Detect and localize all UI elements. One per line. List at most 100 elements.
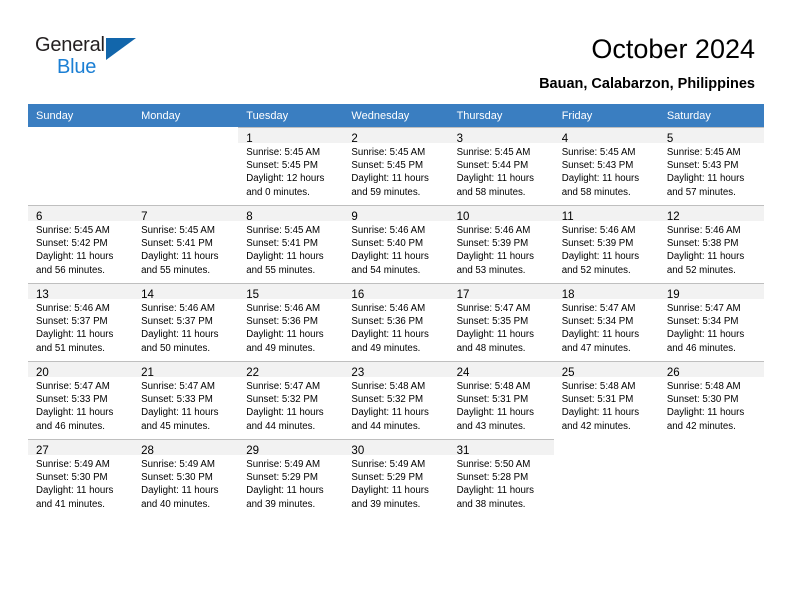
day-number: 31 — [456, 445, 470, 457]
calendar-header-row: Sunday Monday Tuesday Wednesday Thursday… — [28, 104, 764, 127]
day-sun-info: Sunrise: 5:49 AM Sunset: 5:30 PM Daylight:… — [28, 455, 133, 511]
day-sun-info: Sunrise: 5:46 AM Sunset: 5:37 PM Daylight:… — [133, 299, 238, 355]
calendar-cell-day[interactable]: 18 Sunrise: 5:47 AM Sunset: 5:34 PM Dayligh… — [553, 283, 659, 361]
daylight-duration-line2: and 49 minutes. — [351, 342, 421, 354]
calendar-cell-day[interactable]: 8 Sunrise: 5:45 AM Sunset: 5:41 PM Daylight… — [238, 205, 344, 283]
daylight-duration-line1: Daylight: 11 hours — [141, 251, 219, 263]
day-sun-info: Sunrise: 5:48 AM Sunset: 5:31 PM Daylight:… — [554, 377, 659, 433]
sunset-time: Sunset: 5:43 PM — [666, 160, 739, 172]
sunrise-time: Sunrise: 5:47 AM — [141, 381, 215, 392]
day-number: 24 — [456, 367, 470, 379]
calendar-cell-day[interactable]: 24 Sunrise: 5:48 AM Sunset: 5:31 PM Dayligh… — [448, 361, 554, 439]
calendar-cell-day[interactable]: 28 Sunrise: 5:49 AM Sunset: 5:30 PM Dayligh… — [133, 439, 239, 517]
daylight-duration-line2: and 46 minutes. — [666, 342, 736, 354]
sunrise-time: Sunrise: 5:49 AM — [36, 459, 110, 470]
calendar-cell-day[interactable]: 27 Sunrise: 5:49 AM Sunset: 5:30 PM Dayligh… — [28, 439, 134, 517]
sunset-time: Sunset: 5:39 PM — [561, 238, 634, 250]
calendar-cell-day[interactable]: 14 Sunrise: 5:46 AM Sunset: 5:37 PM Dayligh… — [133, 283, 239, 361]
calendar-cell-day[interactable]: 1 Sunrise: 5:45 AM Sunset: 5:45 PM Daylight… — [238, 127, 344, 205]
sunrise-time: Sunrise: 5:46 AM — [456, 225, 531, 236]
sunset-time: Sunset: 5:31 PM — [456, 394, 529, 406]
calendar-cell-day[interactable]: 7 Sunrise: 5:45 AM Sunset: 5:41 PM Daylight… — [133, 205, 239, 283]
daylight-duration-line2: and 56 minutes. — [36, 264, 105, 276]
calendar-cell-day[interactable]: 3 Sunrise: 5:45 AM Sunset: 5:44 PM Daylight… — [448, 127, 554, 205]
calendar-cell-empty — [553, 439, 659, 517]
day-sun-info: Sunrise: 5:49 AM Sunset: 5:29 PM Daylight:… — [343, 455, 448, 511]
day-number: 27 — [36, 445, 49, 457]
day-sun-info: Sunrise: 5:47 AM Sunset: 5:33 PM Daylight:… — [133, 377, 238, 433]
sunrise-sunset-calendar: Sunday Monday Tuesday Wednesday Thursday… — [28, 104, 764, 517]
calendar-cell-day[interactable]: 11 Sunrise: 5:46 AM Sunset: 5:39 PM Dayligh… — [553, 205, 659, 283]
daylight-duration-line2: and 0 minutes. — [246, 186, 310, 198]
sunset-time: Sunset: 5:33 PM — [36, 394, 108, 406]
calendar-cell-day[interactable]: 16 Sunrise: 5:46 AM Sunset: 5:36 PM Dayligh… — [343, 283, 449, 361]
sunrise-time: Sunrise: 5:48 AM — [456, 381, 531, 392]
sunset-time: Sunset: 5:45 PM — [351, 160, 424, 172]
calendar-cell-day[interactable]: 6 Sunrise: 5:45 AM Sunset: 5:42 PM Daylight… — [28, 205, 134, 283]
sunset-time: Sunset: 5:34 PM — [561, 316, 634, 328]
sunrise-time: Sunrise: 5:46 AM — [351, 303, 426, 314]
calendar-cell-day[interactable]: 23 Sunrise: 5:48 AM Sunset: 5:32 PM Dayligh… — [343, 361, 449, 439]
calendar-cell-day[interactable]: 13 Sunrise: 5:46 AM Sunset: 5:37 PM Dayligh… — [28, 283, 134, 361]
calendar-week-row: 27 Sunrise: 5:49 AM Sunset: 5:30 PM Dayligh… — [28, 439, 764, 517]
calendar-cell-day[interactable]: 22 Sunrise: 5:47 AM Sunset: 5:32 PM Dayligh… — [238, 361, 344, 439]
day-sun-info: Sunrise: 5:45 AM Sunset: 5:41 PM Daylight:… — [238, 221, 343, 277]
day-number: 30 — [351, 445, 365, 457]
sunset-time: Sunset: 5:36 PM — [351, 316, 424, 328]
calendar-cell-day[interactable]: 26 Sunrise: 5:48 AM Sunset: 5:30 PM Dayligh… — [658, 361, 764, 439]
daylight-duration-line1: Daylight: 11 hours — [561, 251, 640, 263]
daylight-duration-line2: and 55 minutes. — [246, 264, 316, 276]
calendar-cell-day[interactable]: 30 Sunrise: 5:49 AM Sunset: 5:29 PM Dayligh… — [343, 439, 449, 517]
daylight-duration-line1: Daylight: 11 hours — [246, 251, 324, 263]
sunrise-time: Sunrise: 5:47 AM — [561, 303, 636, 314]
calendar-cell-day[interactable]: 10 Sunrise: 5:46 AM Sunset: 5:39 PM Dayligh… — [448, 205, 554, 283]
weekday-header-thursday: Thursday — [448, 104, 554, 127]
sunset-time: Sunset: 5:37 PM — [36, 316, 108, 328]
calendar-cell-day[interactable]: 17 Sunrise: 5:47 AM Sunset: 5:35 PM Dayligh… — [448, 283, 554, 361]
sunrise-time: Sunrise: 5:47 AM — [246, 381, 321, 392]
calendar-cell-day[interactable]: 4 Sunrise: 5:45 AM Sunset: 5:43 PM Daylight… — [553, 127, 659, 205]
daylight-duration-line1: Daylight: 11 hours — [666, 407, 745, 419]
calendar-cell-day[interactable]: 5 Sunrise: 5:45 AM Sunset: 5:43 PM Daylight… — [658, 127, 764, 205]
calendar-cell-day[interactable]: 25 Sunrise: 5:48 AM Sunset: 5:31 PM Dayligh… — [553, 361, 659, 439]
sunset-time: Sunset: 5:35 PM — [456, 316, 529, 328]
calendar-cell-day[interactable]: 2 Sunrise: 5:45 AM Sunset: 5:45 PM Daylight… — [343, 127, 449, 205]
calendar-cell-day[interactable]: 12 Sunrise: 5:46 AM Sunset: 5:38 PM Dayligh… — [658, 205, 764, 283]
calendar-cell-day[interactable]: 31 Sunrise: 5:50 AM Sunset: 5:28 PM Dayligh… — [448, 439, 554, 517]
day-number: 23 — [351, 367, 365, 379]
daylight-duration-line2: and 55 minutes. — [141, 264, 211, 276]
sunset-time: Sunset: 5:30 PM — [36, 472, 108, 484]
day-sun-info: Sunrise: 5:47 AM Sunset: 5:34 PM Daylight:… — [554, 299, 659, 355]
daylight-duration-line2: and 39 minutes. — [351, 498, 421, 510]
daylight-duration-line1: Daylight: 11 hours — [351, 329, 429, 341]
daylight-duration-line2: and 43 minutes. — [456, 420, 526, 432]
daylight-duration-line2: and 48 minutes. — [456, 342, 526, 354]
sunset-time: Sunset: 5:32 PM — [246, 394, 318, 406]
sunset-time: Sunset: 5:30 PM — [666, 394, 739, 406]
daylight-duration-line1: Daylight: 11 hours — [246, 485, 324, 497]
day-number: 1 — [246, 133, 253, 145]
day-number: 22 — [246, 367, 260, 379]
day-sun-info: Sunrise: 5:46 AM Sunset: 5:39 PM Daylight:… — [554, 221, 659, 277]
day-sun-info: Sunrise: 5:48 AM Sunset: 5:31 PM Daylight:… — [449, 377, 554, 433]
day-number: 8 — [246, 211, 253, 223]
weekday-header-tuesday: Tuesday — [238, 104, 344, 127]
logo-text-general: General — [35, 34, 105, 56]
calendar-cell-day[interactable]: 15 Sunrise: 5:46 AM Sunset: 5:36 PM Dayligh… — [238, 283, 344, 361]
sunset-time: Sunset: 5:40 PM — [351, 238, 424, 250]
calendar-cell-day[interactable]: 29 Sunrise: 5:49 AM Sunset: 5:29 PM Dayligh… — [238, 439, 344, 517]
calendar-cell-day[interactable]: 21 Sunrise: 5:47 AM Sunset: 5:33 PM Dayligh… — [133, 361, 239, 439]
calendar-cell-day[interactable]: 19 Sunrise: 5:47 AM Sunset: 5:34 PM Dayligh… — [658, 283, 764, 361]
sunset-time: Sunset: 5:29 PM — [351, 472, 424, 484]
daylight-duration-line1: Daylight: 11 hours — [141, 485, 219, 497]
calendar-cell-day[interactable]: 20 Sunrise: 5:47 AM Sunset: 5:33 PM Dayligh… — [28, 361, 134, 439]
sunrise-time: Sunrise: 5:46 AM — [36, 303, 110, 314]
day-sun-info: Sunrise: 5:49 AM Sunset: 5:30 PM Daylight:… — [133, 455, 238, 511]
day-sun-info: Sunrise: 5:45 AM Sunset: 5:44 PM Daylight:… — [449, 143, 554, 199]
calendar-cell-day[interactable]: 9 Sunrise: 5:46 AM Sunset: 5:40 PM Daylight… — [343, 205, 449, 283]
calendar-cell-empty — [28, 127, 134, 205]
day-number: 7 — [141, 211, 148, 223]
daylight-duration-line2: and 54 minutes. — [351, 264, 421, 276]
daylight-duration-line2: and 58 minutes. — [456, 186, 526, 198]
sunset-time: Sunset: 5:31 PM — [561, 394, 634, 406]
